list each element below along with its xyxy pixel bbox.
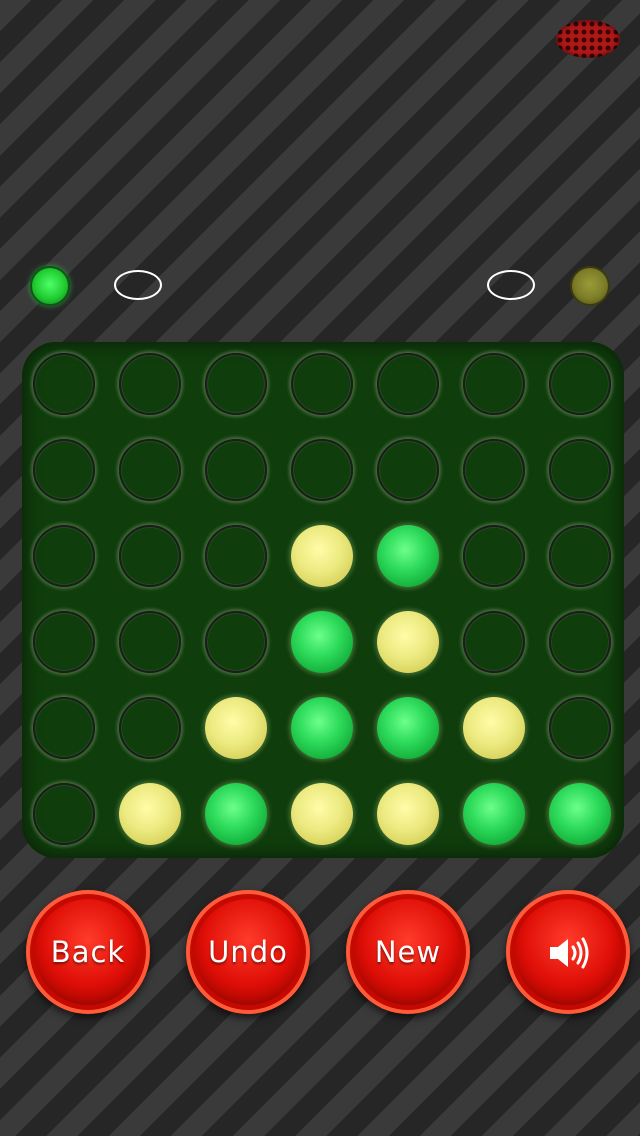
empty-slot[interactable]	[463, 611, 525, 673]
empty-slot[interactable]	[33, 783, 95, 845]
empty-slot[interactable]	[119, 353, 181, 415]
green-disc[interactable]	[377, 525, 439, 587]
empty-slot[interactable]	[549, 353, 611, 415]
empty-slot[interactable]	[463, 525, 525, 587]
empty-slot[interactable]	[33, 353, 95, 415]
empty-slot[interactable]	[291, 353, 353, 415]
yellow-disc[interactable]	[377, 611, 439, 673]
green-disc[interactable]	[463, 783, 525, 845]
empty-slot[interactable]	[119, 439, 181, 501]
green-disc[interactable]	[377, 697, 439, 759]
empty-slot[interactable]	[549, 439, 611, 501]
empty-slot[interactable]	[33, 611, 95, 673]
empty-slot[interactable]	[33, 439, 95, 501]
player2-indicator	[570, 266, 610, 306]
empty-slot[interactable]	[377, 439, 439, 501]
yellow-disc[interactable]	[291, 783, 353, 845]
player2-score-ring	[487, 270, 535, 300]
empty-slot[interactable]	[205, 353, 267, 415]
app-logo[interactable]	[556, 20, 620, 58]
empty-slot[interactable]	[463, 353, 525, 415]
empty-slot[interactable]	[33, 697, 95, 759]
empty-slot[interactable]	[205, 611, 267, 673]
green-disc[interactable]	[205, 783, 267, 845]
speaker-volume-icon	[550, 937, 589, 968]
yellow-disc[interactable]	[205, 697, 267, 759]
player1-active-indicator	[30, 266, 70, 306]
empty-slot[interactable]	[119, 611, 181, 673]
empty-slot[interactable]	[205, 525, 267, 587]
empty-slot[interactable]	[291, 439, 353, 501]
empty-slot[interactable]	[33, 525, 95, 587]
game-board[interactable]	[22, 342, 624, 858]
empty-slot[interactable]	[463, 439, 525, 501]
empty-slot[interactable]	[119, 697, 181, 759]
empty-slot[interactable]	[549, 611, 611, 673]
player1-score-ring	[114, 270, 162, 300]
green-disc[interactable]	[291, 697, 353, 759]
empty-slot[interactable]	[119, 525, 181, 587]
sound-toggle-button[interactable]	[506, 890, 630, 1014]
yellow-disc[interactable]	[291, 525, 353, 587]
yellow-disc[interactable]	[377, 783, 439, 845]
empty-slot[interactable]	[377, 353, 439, 415]
empty-slot[interactable]	[549, 697, 611, 759]
undo-button[interactable]: Undo	[186, 890, 310, 1014]
yellow-disc[interactable]	[463, 697, 525, 759]
back-button[interactable]: Back	[26, 890, 150, 1014]
empty-slot[interactable]	[549, 525, 611, 587]
empty-slot[interactable]	[205, 439, 267, 501]
green-disc[interactable]	[549, 783, 611, 845]
green-disc[interactable]	[291, 611, 353, 673]
yellow-disc[interactable]	[119, 783, 181, 845]
new-game-button[interactable]: New	[346, 890, 470, 1014]
